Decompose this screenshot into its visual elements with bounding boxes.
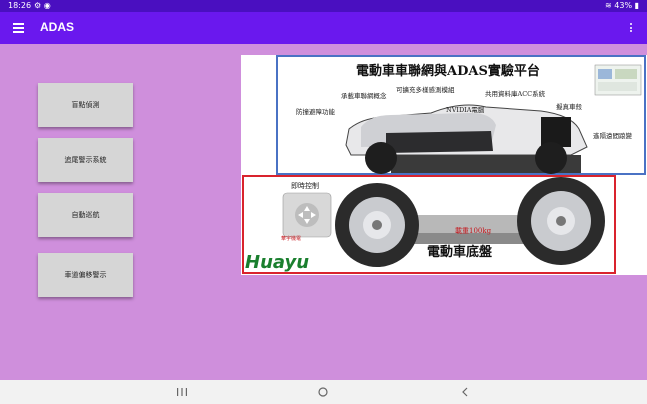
remote-controller-icon bbox=[282, 192, 332, 238]
status-bar: 18:26 ⚙ ◉ ≋ 43% ▮ bbox=[0, 0, 647, 12]
platform-poster-image: 電動車車聯網與ADAS實驗平台 可擴充多樣感測模組 承載車聯網概念 共用資料庫A… bbox=[241, 55, 647, 275]
status-right: ≋ 43% ▮ bbox=[605, 0, 639, 12]
label-nvidia: NVIDIA電腦 bbox=[446, 105, 485, 114]
label-sim-shell: 擬真車殼 bbox=[556, 102, 583, 111]
label-avoid: 防撞避障功能 bbox=[296, 107, 336, 116]
wheel-right-icon bbox=[517, 177, 605, 265]
rear-collision-warning-button[interactable]: 追尾警示系統 bbox=[38, 138, 133, 182]
label-remote: 遙隔遠間踉變 bbox=[593, 131, 633, 140]
wheel-left-icon bbox=[335, 183, 419, 267]
brand-logo: Huayu bbox=[245, 252, 309, 273]
settings-notification-icon: ⚙ ◉ bbox=[34, 1, 51, 10]
back-icon[interactable] bbox=[455, 384, 475, 400]
label-iov: 承載車聯網概念 bbox=[341, 91, 387, 100]
wifi-icon: ≋ bbox=[605, 1, 612, 10]
label-realtime-control: 即時控制 bbox=[291, 181, 319, 190]
battery-percent: 43% bbox=[614, 1, 633, 10]
system-nav-bar bbox=[0, 380, 647, 404]
thumbnail-icon bbox=[594, 64, 642, 96]
app-title: ADAS bbox=[40, 20, 75, 34]
recent-apps-icon[interactable] bbox=[172, 384, 192, 400]
poster-title: 電動車車聯網與ADAS實驗平台 bbox=[356, 63, 540, 79]
more-vert-icon[interactable] bbox=[630, 23, 633, 34]
label-chassis: 電動車底盤 bbox=[427, 244, 493, 260]
app-bar: ADAS bbox=[0, 12, 647, 44]
brand-chinese-logo: 華宇機電 bbox=[281, 235, 301, 242]
battery-icon: ▮ bbox=[634, 1, 639, 10]
label-load: 載重100kg bbox=[455, 226, 492, 235]
blind-spot-detection-button[interactable]: 盲點偵測 bbox=[38, 83, 133, 127]
vehicle-body-illustration bbox=[345, 104, 588, 174]
cruise-control-button[interactable]: 自動巡航 bbox=[38, 193, 133, 237]
home-icon[interactable] bbox=[313, 384, 333, 400]
lane-departure-warning-button[interactable]: 車道偏移警示 bbox=[38, 253, 133, 297]
status-time: 18:26 bbox=[8, 1, 32, 10]
label-multi-sensor: 可擴充多樣感測模組 bbox=[396, 85, 455, 94]
hamburger-menu-icon[interactable] bbox=[13, 23, 24, 33]
label-shared-db: 共用資料庫ACC系統 bbox=[485, 89, 546, 98]
